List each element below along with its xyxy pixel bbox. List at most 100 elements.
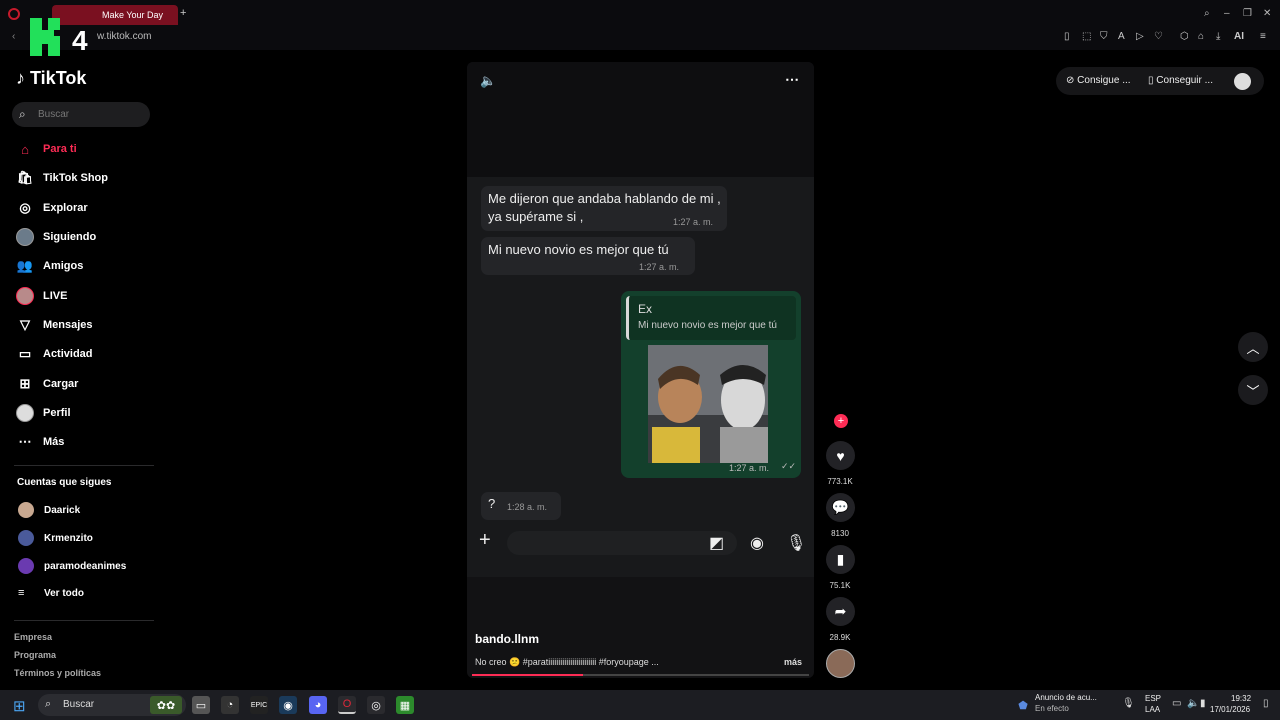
- volume-icon[interactable]: 🔈: [1187, 698, 1199, 709]
- previous-video-button[interactable]: ︿: [1238, 332, 1268, 362]
- quoted-message: Ex Mi nuevo novio es mejor que tú: [626, 296, 796, 340]
- close-window-icon[interactable]: ✕: [1263, 8, 1271, 19]
- activity-icon: ▭: [18, 346, 32, 361]
- footer-link-programa[interactable]: Programa: [14, 650, 56, 660]
- get-coins-button[interactable]: ⊘ Consigue ...: [1066, 75, 1131, 86]
- language-indicator[interactable]: ESP: [1145, 694, 1161, 703]
- steam-icon[interactable]: ◉: [279, 696, 297, 714]
- following-item[interactable]: Krmenzito: [18, 530, 93, 546]
- obs-icon[interactable]: ◎: [367, 696, 385, 714]
- volume-icon[interactable]: 🔈: [480, 73, 496, 89]
- sidebar-item-amigos[interactable]: 👥 Amigos: [16, 255, 83, 277]
- channel-watermark-logo: 4: [28, 16, 96, 58]
- search-input[interactable]: ⌕ Buscar: [12, 102, 150, 127]
- plus-icon: +: [479, 529, 491, 551]
- avatar: [18, 502, 34, 518]
- following-item[interactable]: Daarick: [18, 502, 80, 518]
- video-progress-fill: [472, 674, 584, 676]
- sidebar-item-perfil[interactable]: Perfil: [16, 402, 71, 424]
- sidebar-item-mas[interactable]: ⋯ Más: [16, 431, 65, 453]
- search-browser-icon[interactable]: ⌕: [1204, 8, 1210, 19]
- message-bubble: ? 1:28 a. m.: [481, 492, 561, 520]
- share-icon: ➦: [834, 603, 847, 619]
- reply-message-bubble: Ex Mi nuevo novio es mejor que tú 1:27 a…: [621, 291, 801, 478]
- minimize-icon[interactable]: –: [1224, 8, 1230, 19]
- app-icon[interactable]: ◔: [221, 696, 239, 714]
- opera-gx-icon[interactable]: O: [338, 696, 356, 714]
- see-all-link[interactable]: ≡ Ver todo: [18, 587, 84, 599]
- more-options-icon[interactable]: ⋯: [785, 71, 799, 88]
- tiktok-logo[interactable]: ♪ TikTok: [16, 68, 86, 89]
- get-app-button[interactable]: ▯ Conseguir ...: [1148, 75, 1213, 86]
- sidebar-item-para-ti[interactable]: ⌂ Para ti: [16, 138, 77, 160]
- video-caption: No creo 😕 #paratiiiiiiiiiiiiiiiiiiiiiiii…: [475, 657, 659, 667]
- user-avatar[interactable]: [1234, 73, 1251, 90]
- sidebar-item-mensajes[interactable]: ▽ Mensajes: [16, 314, 93, 336]
- sidebar-item-actividad[interactable]: ▭ Actividad: [16, 343, 93, 365]
- send-icon: ▽: [20, 317, 30, 332]
- notification-icon[interactable]: ⬟: [1014, 696, 1032, 714]
- url-text[interactable]: w.tiktok.com: [97, 31, 151, 42]
- creator-avatar[interactable]: [826, 649, 855, 678]
- save-button[interactable]: ▮: [826, 545, 855, 574]
- search-icon: ⌕: [19, 107, 26, 121]
- discord-icon[interactable]: ◕: [309, 696, 327, 714]
- video-author[interactable]: bando.llnm: [475, 632, 539, 646]
- svg-text:4: 4: [72, 25, 88, 56]
- footer-link-empresa[interactable]: Empresa: [14, 632, 52, 642]
- search-icon: ⌕: [45, 698, 52, 710]
- meme-image: [648, 345, 768, 463]
- divider: [14, 620, 154, 621]
- play-icon[interactable]: ▷: [1136, 31, 1144, 42]
- microphone-icon[interactable]: 🎙: [1122, 698, 1135, 709]
- comment-button[interactable]: 💬: [826, 493, 855, 522]
- network-icon[interactable]: ▭: [1172, 698, 1181, 709]
- new-tab-button[interactable]: +: [180, 7, 186, 19]
- ai-icon[interactable]: AI: [1234, 31, 1244, 42]
- video-player[interactable]: 🔈 ⋯ Me dijeron que andaba hablando de mi…: [467, 62, 814, 678]
- windows-start-icon[interactable]: ⊞: [13, 697, 26, 715]
- heart-outline-icon[interactable]: ♡: [1154, 31, 1163, 42]
- browser-logo-icon[interactable]: [8, 8, 20, 20]
- more-icon: ⋯: [18, 434, 32, 449]
- friends-icon: 👥: [16, 258, 34, 273]
- restore-icon[interactable]: ❐: [1243, 8, 1252, 19]
- clock-time[interactable]: 19:32: [1231, 694, 1251, 703]
- epic-games-icon[interactable]: EPIC: [250, 696, 268, 714]
- shield-icon[interactable]: ⛉: [1100, 31, 1108, 42]
- flowers-widget-icon[interactable]: ✿✿: [150, 696, 182, 714]
- screenshot-icon[interactable]: ⬚: [1082, 31, 1091, 42]
- caption-more-button[interactable]: más: [784, 657, 802, 667]
- translate-icon[interactable]: A: [1118, 31, 1125, 42]
- share-button[interactable]: ➦: [826, 597, 855, 626]
- keyboard-layout: LAA: [1145, 705, 1161, 714]
- next-video-button[interactable]: ﹀: [1238, 375, 1268, 405]
- notifications-center-icon[interactable]: ▯: [1263, 698, 1269, 709]
- clock-date[interactable]: 17/01/2026: [1210, 705, 1250, 714]
- extensions-icon[interactable]: ⬡: [1180, 31, 1189, 42]
- chevron-down-icon: ﹀: [1246, 383, 1260, 399]
- sidebar-item-explorar[interactable]: ◎ Explorar: [16, 197, 87, 219]
- like-button[interactable]: ♥: [826, 441, 855, 470]
- tab-title: Make Your Day: [102, 10, 164, 20]
- download-icon[interactable]: ⤓: [1216, 31, 1220, 42]
- follow-button[interactable]: +: [834, 414, 848, 428]
- back-icon[interactable]: ‹: [12, 31, 15, 42]
- sidebar-item-tiktok-shop[interactable]: 🛍 TikTok Shop: [16, 167, 108, 189]
- wallet-icon[interactable]: ⌂: [1198, 31, 1204, 42]
- bookmark-icon[interactable]: ▯: [1064, 31, 1070, 42]
- sidebar-item-live[interactable]: LIVE: [16, 285, 67, 307]
- menu-icon[interactable]: ≡: [1260, 31, 1266, 42]
- minecraft-icon[interactable]: ▦: [396, 696, 414, 714]
- footer-link-terminos[interactable]: Términos y políticas: [14, 668, 101, 678]
- sidebar-item-cargar[interactable]: ⊞ Cargar: [16, 373, 79, 395]
- avatar-icon: [16, 228, 34, 246]
- camera-icon: ◉: [750, 535, 764, 552]
- video-progress-bar[interactable]: [472, 674, 809, 676]
- sidebar-item-siguiendo[interactable]: Siguiendo: [16, 226, 96, 248]
- battery-icon[interactable]: ▮: [1200, 698, 1206, 709]
- read-receipt-icon: ✓✓: [781, 461, 797, 471]
- file-explorer-icon[interactable]: ▭: [192, 696, 210, 714]
- message-bubble: Me dijeron que andaba hablando de mi , y…: [481, 186, 727, 231]
- following-item[interactable]: paramodeanimes: [18, 558, 126, 574]
